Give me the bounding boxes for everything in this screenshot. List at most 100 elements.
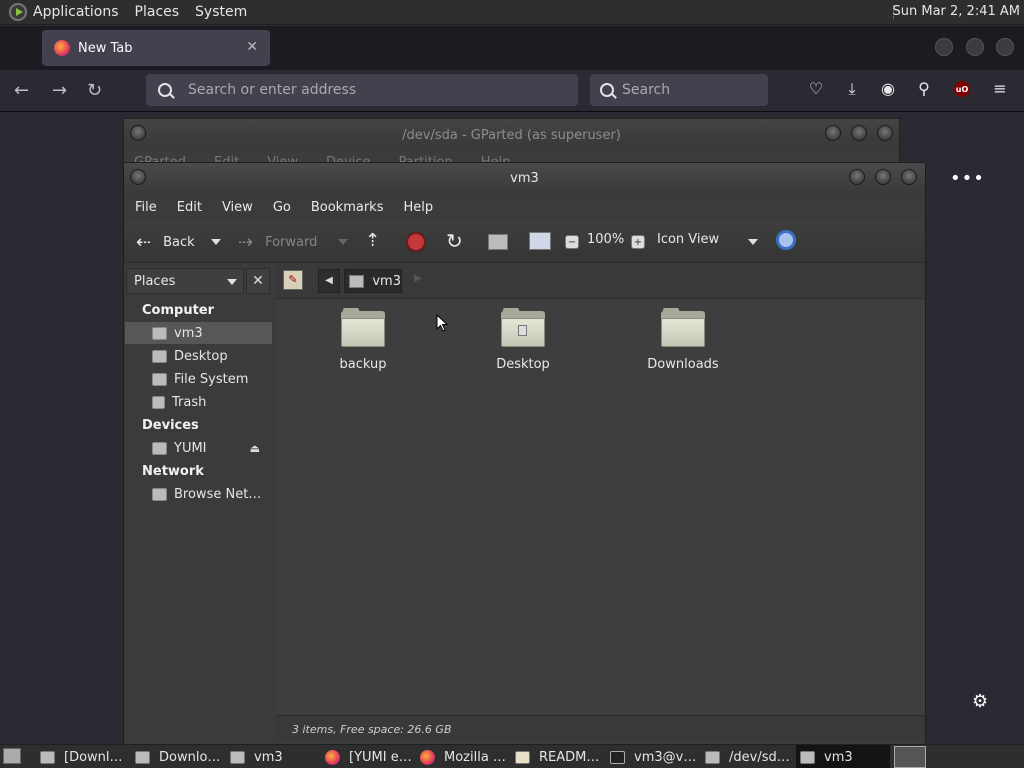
ublock-icon[interactable]: uO (954, 81, 970, 97)
edit-location-icon[interactable]: ✎ (283, 270, 303, 290)
task-downloads-1[interactable]: [Downl… (36, 745, 128, 768)
close-sidebar-icon[interactable]: ✕ (246, 268, 270, 294)
task-mozilla[interactable]: Mozilla … (416, 745, 508, 768)
task-vm3-1[interactable]: vm3 (226, 745, 318, 768)
reload-icon[interactable]: ↻ (446, 229, 463, 253)
trash-icon (152, 395, 165, 409)
path-scroll-right-icon[interactable]: ▶ (414, 273, 422, 284)
show-desktop-icon[interactable] (3, 748, 21, 764)
forward-history-dropdown[interactable] (338, 239, 348, 245)
menu-edit[interactable]: Edit (177, 200, 202, 215)
applications-menu[interactable]: Applications (33, 4, 119, 20)
system-menu[interactable]: System (195, 4, 247, 20)
back-label: Back (163, 235, 195, 250)
sidebar-item-label: Trash (172, 394, 207, 410)
forward-arrow-icon: ⇢ (238, 232, 254, 253)
close-button[interactable] (996, 38, 1014, 56)
up-arrow-icon[interactable]: ⇡ (365, 230, 380, 251)
menu-bookmarks[interactable]: Bookmarks (311, 200, 384, 215)
task-readme[interactable]: READM… (511, 745, 603, 768)
computer-icon[interactable] (529, 232, 551, 250)
gear-icon[interactable]: ⚙ (972, 691, 988, 712)
search-bar[interactable]: Search (590, 74, 768, 106)
gparted-minimize-button[interactable] (825, 125, 841, 141)
sidebar-item-vm3[interactable]: vm3 (125, 322, 272, 344)
sidebar-item-yumi[interactable]: YUMI ⏏ (125, 437, 272, 459)
desktop-icon (152, 349, 167, 363)
menu-view[interactable]: View (222, 200, 253, 215)
minimize-button[interactable] (849, 169, 865, 185)
breadcrumb[interactable]: vm3 (344, 269, 402, 293)
task-label: Mozilla … (444, 749, 506, 765)
view-mode-select[interactable]: Icon View (657, 232, 719, 247)
usb-drive-icon (152, 441, 167, 455)
back-history-dropdown[interactable] (211, 239, 221, 245)
task-label: vm3 (254, 749, 283, 765)
folder-item-downloads[interactable]: Downloads (638, 308, 728, 372)
close-button[interactable] (901, 169, 917, 185)
zoom-in-icon[interactable]: + (631, 235, 645, 249)
back-arrow-icon[interactable]: ← (14, 80, 29, 101)
account-icon[interactable]: ◉ (879, 80, 897, 98)
clock[interactable]: Sun Mar 2, 2:41 AM (893, 4, 1021, 19)
places-selector[interactable]: Places (126, 268, 244, 294)
menu-help[interactable]: Help (403, 200, 433, 215)
tab-title: New Tab (78, 40, 133, 56)
zoom-out-icon[interactable]: − (565, 235, 579, 249)
folder-icon (661, 308, 705, 347)
sidebar-section-computer: Computer (142, 303, 215, 318)
back-button[interactable]: ⇠ Back (136, 232, 195, 253)
sidebar-item-desktop[interactable]: Desktop (125, 345, 272, 367)
url-bar[interactable]: Search or enter address (146, 74, 578, 106)
distro-logo-icon[interactable] (9, 3, 27, 21)
forward-button[interactable]: ⇢ Forward (238, 232, 317, 253)
desktop-folder-icon (501, 308, 545, 347)
maximize-button[interactable] (966, 38, 984, 56)
sidebar-item-trash[interactable]: Trash (125, 391, 272, 413)
extensions-icon[interactable]: ⚲ (915, 80, 933, 98)
task-gparted[interactable]: /dev/sd… (701, 745, 793, 768)
more-options-icon[interactable]: ••• (950, 168, 985, 189)
file-manager-window: vm3 File Edit View Go Bookmarks Help ⇠ B… (123, 162, 926, 746)
task-yumi[interactable]: [YUMI e… (321, 745, 413, 768)
folder-item-desktop[interactable]: Desktop (478, 308, 568, 372)
task-vm3-active[interactable]: vm3 (796, 745, 890, 768)
search-icon (158, 83, 172, 97)
maximize-button[interactable] (875, 169, 891, 185)
folder-item-backup[interactable]: backup (318, 308, 408, 372)
download-icon[interactable]: ⤓ (843, 80, 861, 98)
path-bar: ✎ ◀ vm3 ▶ (276, 263, 925, 299)
mouse-cursor-icon (436, 314, 448, 332)
stop-icon[interactable] (406, 232, 426, 252)
window-menu-button[interactable] (130, 169, 146, 185)
firefox-tab[interactable]: New Tab ✕ (42, 30, 270, 66)
file-manager-titlebar[interactable]: vm3 (124, 163, 925, 193)
reload-icon[interactable]: ↻ (87, 80, 102, 101)
menu-go[interactable]: Go (273, 200, 291, 215)
workspace-switcher[interactable] (894, 746, 926, 768)
sidebar-item-browse-network[interactable]: Browse Net… (125, 483, 272, 505)
path-scroll-left-icon[interactable]: ◀ (318, 269, 340, 293)
breadcrumb-label: vm3 (372, 273, 401, 289)
zoom-level[interactable]: 100% (587, 232, 624, 247)
places-menu[interactable]: Places (135, 4, 180, 20)
menu-file[interactable]: File (135, 200, 157, 215)
sidebar-item-filesystem[interactable]: File System (125, 368, 272, 390)
eject-icon[interactable]: ⏏ (250, 442, 260, 455)
hamburger-menu-icon[interactable]: ≡ (991, 80, 1009, 98)
forward-arrow-icon[interactable]: → (52, 80, 67, 101)
close-tab-icon[interactable]: ✕ (246, 39, 258, 55)
view-mode-dropdown[interactable] (748, 239, 758, 245)
search-icon[interactable] (776, 230, 796, 250)
pocket-icon[interactable]: ♡ (807, 80, 825, 98)
gparted-close-button[interactable] (877, 125, 893, 141)
search-icon (600, 83, 614, 97)
home-icon[interactable] (488, 234, 508, 250)
gparted-menu-button[interactable] (130, 125, 146, 141)
menubar: File Edit View Go Bookmarks Help (124, 193, 925, 221)
task-downloads-2[interactable]: Downlo… (131, 745, 223, 768)
minimize-button[interactable] (935, 38, 953, 56)
task-terminal[interactable]: vm3@v… (606, 745, 698, 768)
network-icon (152, 487, 167, 501)
gparted-maximize-button[interactable] (851, 125, 867, 141)
